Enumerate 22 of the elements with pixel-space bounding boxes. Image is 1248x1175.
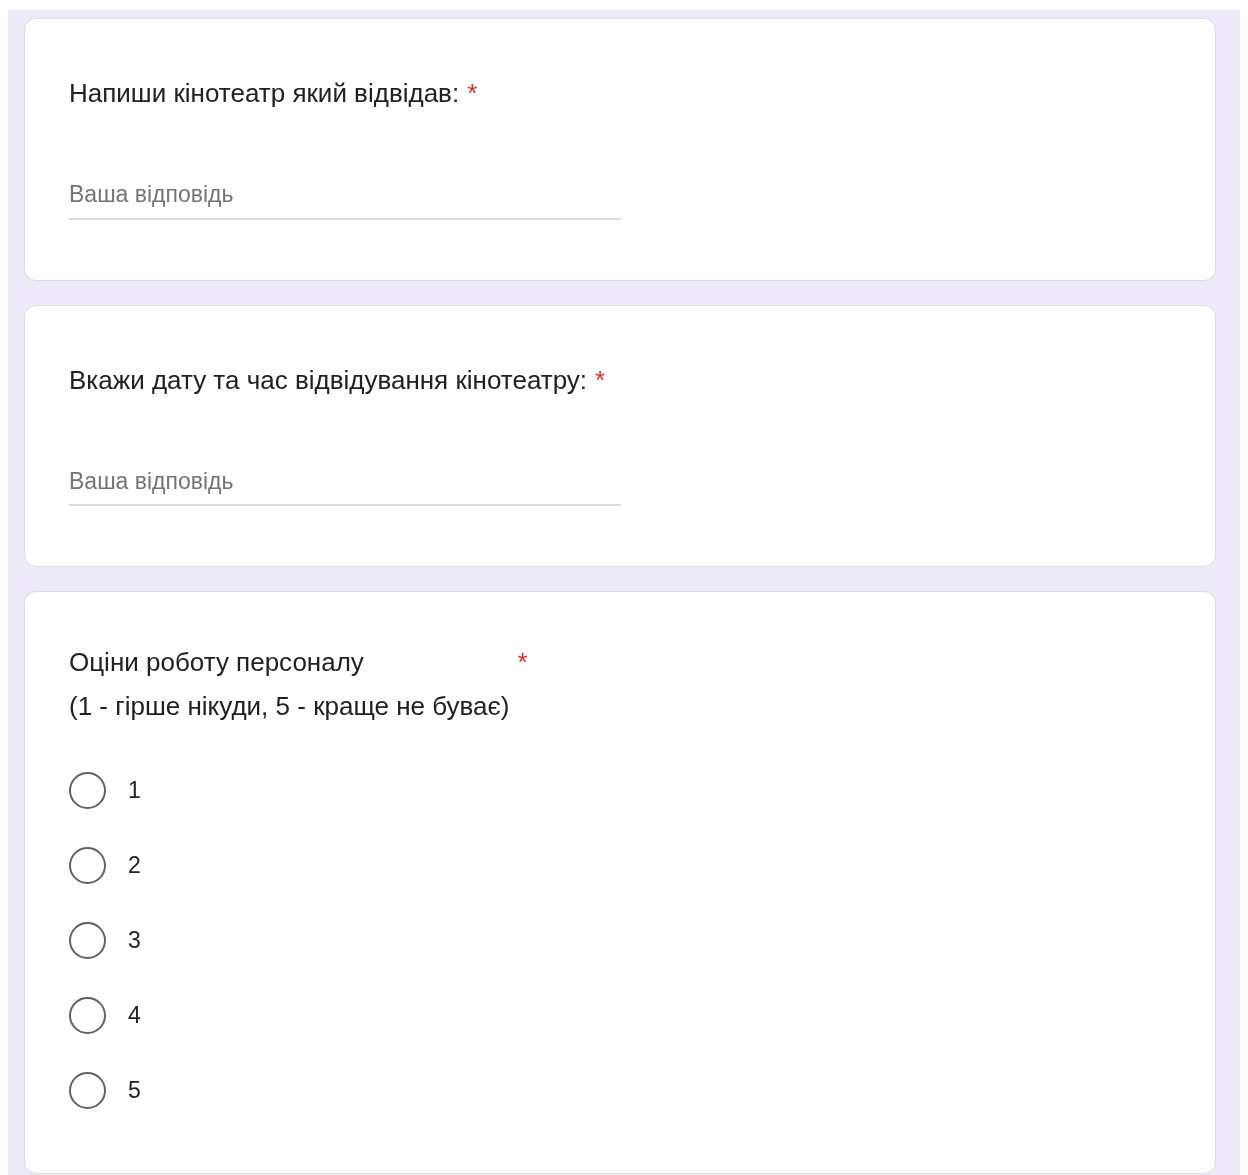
radio-option[interactable]: 2 xyxy=(69,847,1171,884)
radio-option[interactable]: 4 xyxy=(69,997,1171,1034)
required-asterisk: * xyxy=(467,77,478,110)
radio-button[interactable] xyxy=(69,922,106,959)
question-title: Оціни роботу персоналу xyxy=(69,646,365,679)
option-label: 1 xyxy=(128,776,141,806)
required-asterisk: * xyxy=(595,363,606,397)
radio-button[interactable] xyxy=(69,847,106,884)
question-title: (1 - гірше нікуди, 5 - краще не буває) xyxy=(69,690,510,723)
question-title: Вкажи дату та час відвідування кінотеатру: xyxy=(69,363,588,397)
option-label: 3 xyxy=(128,926,141,956)
radio-option[interactable]: 1 xyxy=(69,772,1171,809)
radio-button[interactable] xyxy=(69,1072,106,1109)
required-asterisk: * xyxy=(517,646,528,679)
radio-option[interactable]: 3 xyxy=(69,922,1171,959)
radio-button[interactable] xyxy=(69,772,106,809)
option-label: 5 xyxy=(128,1076,141,1106)
question-title: Напиши кінотеатр який відвідав: xyxy=(69,77,460,110)
radio-button[interactable] xyxy=(69,997,106,1034)
option-label: 4 xyxy=(128,1001,141,1031)
option-label: 2 xyxy=(128,851,141,881)
radio-option[interactable]: 5 xyxy=(69,1072,1171,1109)
